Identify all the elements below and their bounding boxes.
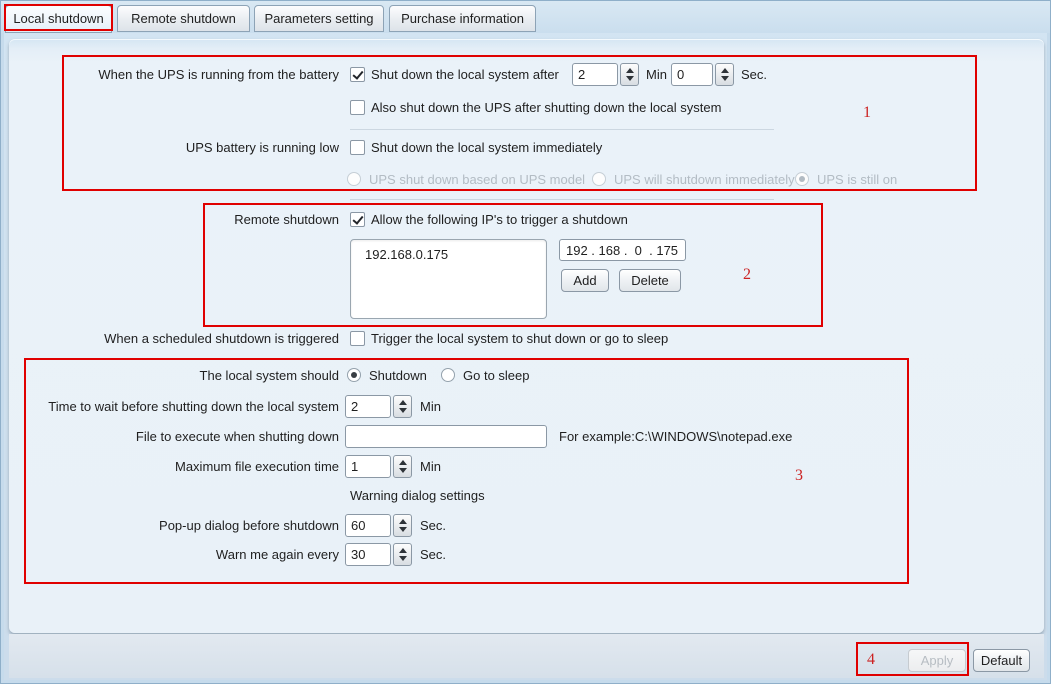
shutdown-after-min-stepper[interactable]: [620, 63, 639, 86]
tab-remote-shutdown[interactable]: Remote shutdown: [117, 5, 250, 32]
popup-row-label: Pop-up dialog before shutdown: [9, 518, 339, 533]
apply-button[interactable]: Apply: [908, 649, 966, 672]
tab-purchase-information[interactable]: Purchase information: [389, 5, 536, 32]
warn-again-stepper[interactable]: [393, 543, 412, 566]
ups-immediate-radio[interactable]: [592, 172, 606, 186]
warn-again-row-label: Warn me again every: [9, 547, 339, 562]
sec-unit-label: Sec.: [741, 67, 767, 82]
footer-bar: [9, 634, 1044, 678]
allow-ip-checkbox[interactable]: [350, 212, 365, 227]
go-to-sleep-radio[interactable]: [441, 368, 455, 382]
shutdown-after-sec-input[interactable]: [671, 63, 713, 86]
ip-address-input[interactable]: [559, 239, 686, 261]
ups-settings-window: Local shutdown Remote shutdown Parameter…: [0, 0, 1051, 684]
spin-up-icon[interactable]: [399, 548, 407, 553]
spin-down-icon[interactable]: [626, 76, 634, 81]
max-exec-unit-label: Min: [420, 459, 441, 474]
shutdown-after-min-input[interactable]: [572, 63, 618, 86]
divider: [350, 199, 774, 200]
wait-time-unit-label: Min: [420, 399, 441, 414]
remote-shutdown-row-label: Remote shutdown: [9, 212, 339, 227]
also-shutdown-ups-label: Also shut down the UPS after shutting do…: [371, 100, 721, 115]
shutdown-after-checkbox[interactable]: [350, 67, 365, 82]
go-to-sleep-radio-label: Go to sleep: [463, 368, 530, 383]
ups-model-radio[interactable]: [347, 172, 361, 186]
max-exec-row-label: Maximum file execution time: [9, 459, 339, 474]
spin-up-icon[interactable]: [721, 68, 729, 73]
ups-still-on-radio-label: UPS is still on: [817, 172, 897, 187]
file-path-input[interactable]: [345, 425, 547, 448]
divider: [350, 129, 774, 130]
ip-listbox[interactable]: 192.168.0.175: [350, 239, 547, 319]
spin-down-icon[interactable]: [399, 527, 407, 532]
wait-time-row-label: Time to wait before shutting down the lo…: [9, 399, 339, 414]
allow-ip-label: Allow the following IP's to trigger a sh…: [371, 212, 628, 227]
ups-model-radio-label: UPS shut down based on UPS model: [369, 172, 585, 187]
popup-delay-input[interactable]: [345, 514, 391, 537]
warn-again-unit-label: Sec.: [420, 547, 446, 562]
shutdown-after-label: Shut down the local system after: [371, 67, 559, 82]
spin-down-icon[interactable]: [399, 408, 407, 413]
trigger-local-checkbox[interactable]: [350, 331, 365, 346]
max-exec-input[interactable]: [345, 455, 391, 478]
shutdown-immediately-label: Shut down the local system immediately: [371, 140, 602, 155]
ip-list-item[interactable]: 192.168.0.175: [351, 240, 546, 262]
scheduled-row-label: When a scheduled shutdown is triggered: [9, 331, 339, 346]
spin-up-icon[interactable]: [626, 68, 634, 73]
file-example-hint: For example:C:\WINDOWS\notepad.exe: [559, 429, 792, 444]
shutdown-radio[interactable]: [347, 368, 361, 382]
wait-time-stepper[interactable]: [393, 395, 412, 418]
delete-button[interactable]: Delete: [619, 269, 681, 292]
spin-down-icon[interactable]: [399, 468, 407, 473]
min-unit-label: Min: [646, 67, 667, 82]
also-shutdown-ups-checkbox[interactable]: [350, 100, 365, 115]
spin-up-icon[interactable]: [399, 519, 407, 524]
local-shutdown-panel: When the UPS is running from the battery…: [9, 39, 1044, 633]
ups-still-on-radio[interactable]: [795, 172, 809, 186]
default-button[interactable]: Default: [973, 649, 1030, 672]
add-button[interactable]: Add: [561, 269, 609, 292]
popup-delay-stepper[interactable]: [393, 514, 412, 537]
file-row-label: File to execute when shutting down: [9, 429, 339, 444]
local-action-row-label: The local system should: [9, 368, 339, 383]
tab-parameters-setting[interactable]: Parameters setting: [254, 5, 384, 32]
warn-again-input[interactable]: [345, 543, 391, 566]
ups-immediate-radio-label: UPS will shutdown immediately: [614, 172, 795, 187]
max-exec-stepper[interactable]: [393, 455, 412, 478]
spin-up-icon[interactable]: [399, 460, 407, 465]
shutdown-immediately-checkbox[interactable]: [350, 140, 365, 155]
wait-time-input[interactable]: [345, 395, 391, 418]
tab-bar: Local shutdown Remote shutdown Parameter…: [1, 1, 1050, 33]
warning-settings-header: Warning dialog settings: [350, 488, 485, 503]
shutdown-radio-label: Shutdown: [369, 368, 427, 383]
battery-low-row-label: UPS battery is running low: [9, 140, 339, 155]
shutdown-after-sec-stepper[interactable]: [715, 63, 734, 86]
tab-local-shutdown[interactable]: Local shutdown: [5, 5, 112, 33]
spin-up-icon[interactable]: [399, 400, 407, 405]
battery-row-label: When the UPS is running from the battery: [9, 67, 339, 82]
spin-down-icon[interactable]: [721, 76, 729, 81]
spin-down-icon[interactable]: [399, 556, 407, 561]
trigger-local-label: Trigger the local system to shut down or…: [371, 331, 668, 346]
popup-unit-label: Sec.: [420, 518, 446, 533]
